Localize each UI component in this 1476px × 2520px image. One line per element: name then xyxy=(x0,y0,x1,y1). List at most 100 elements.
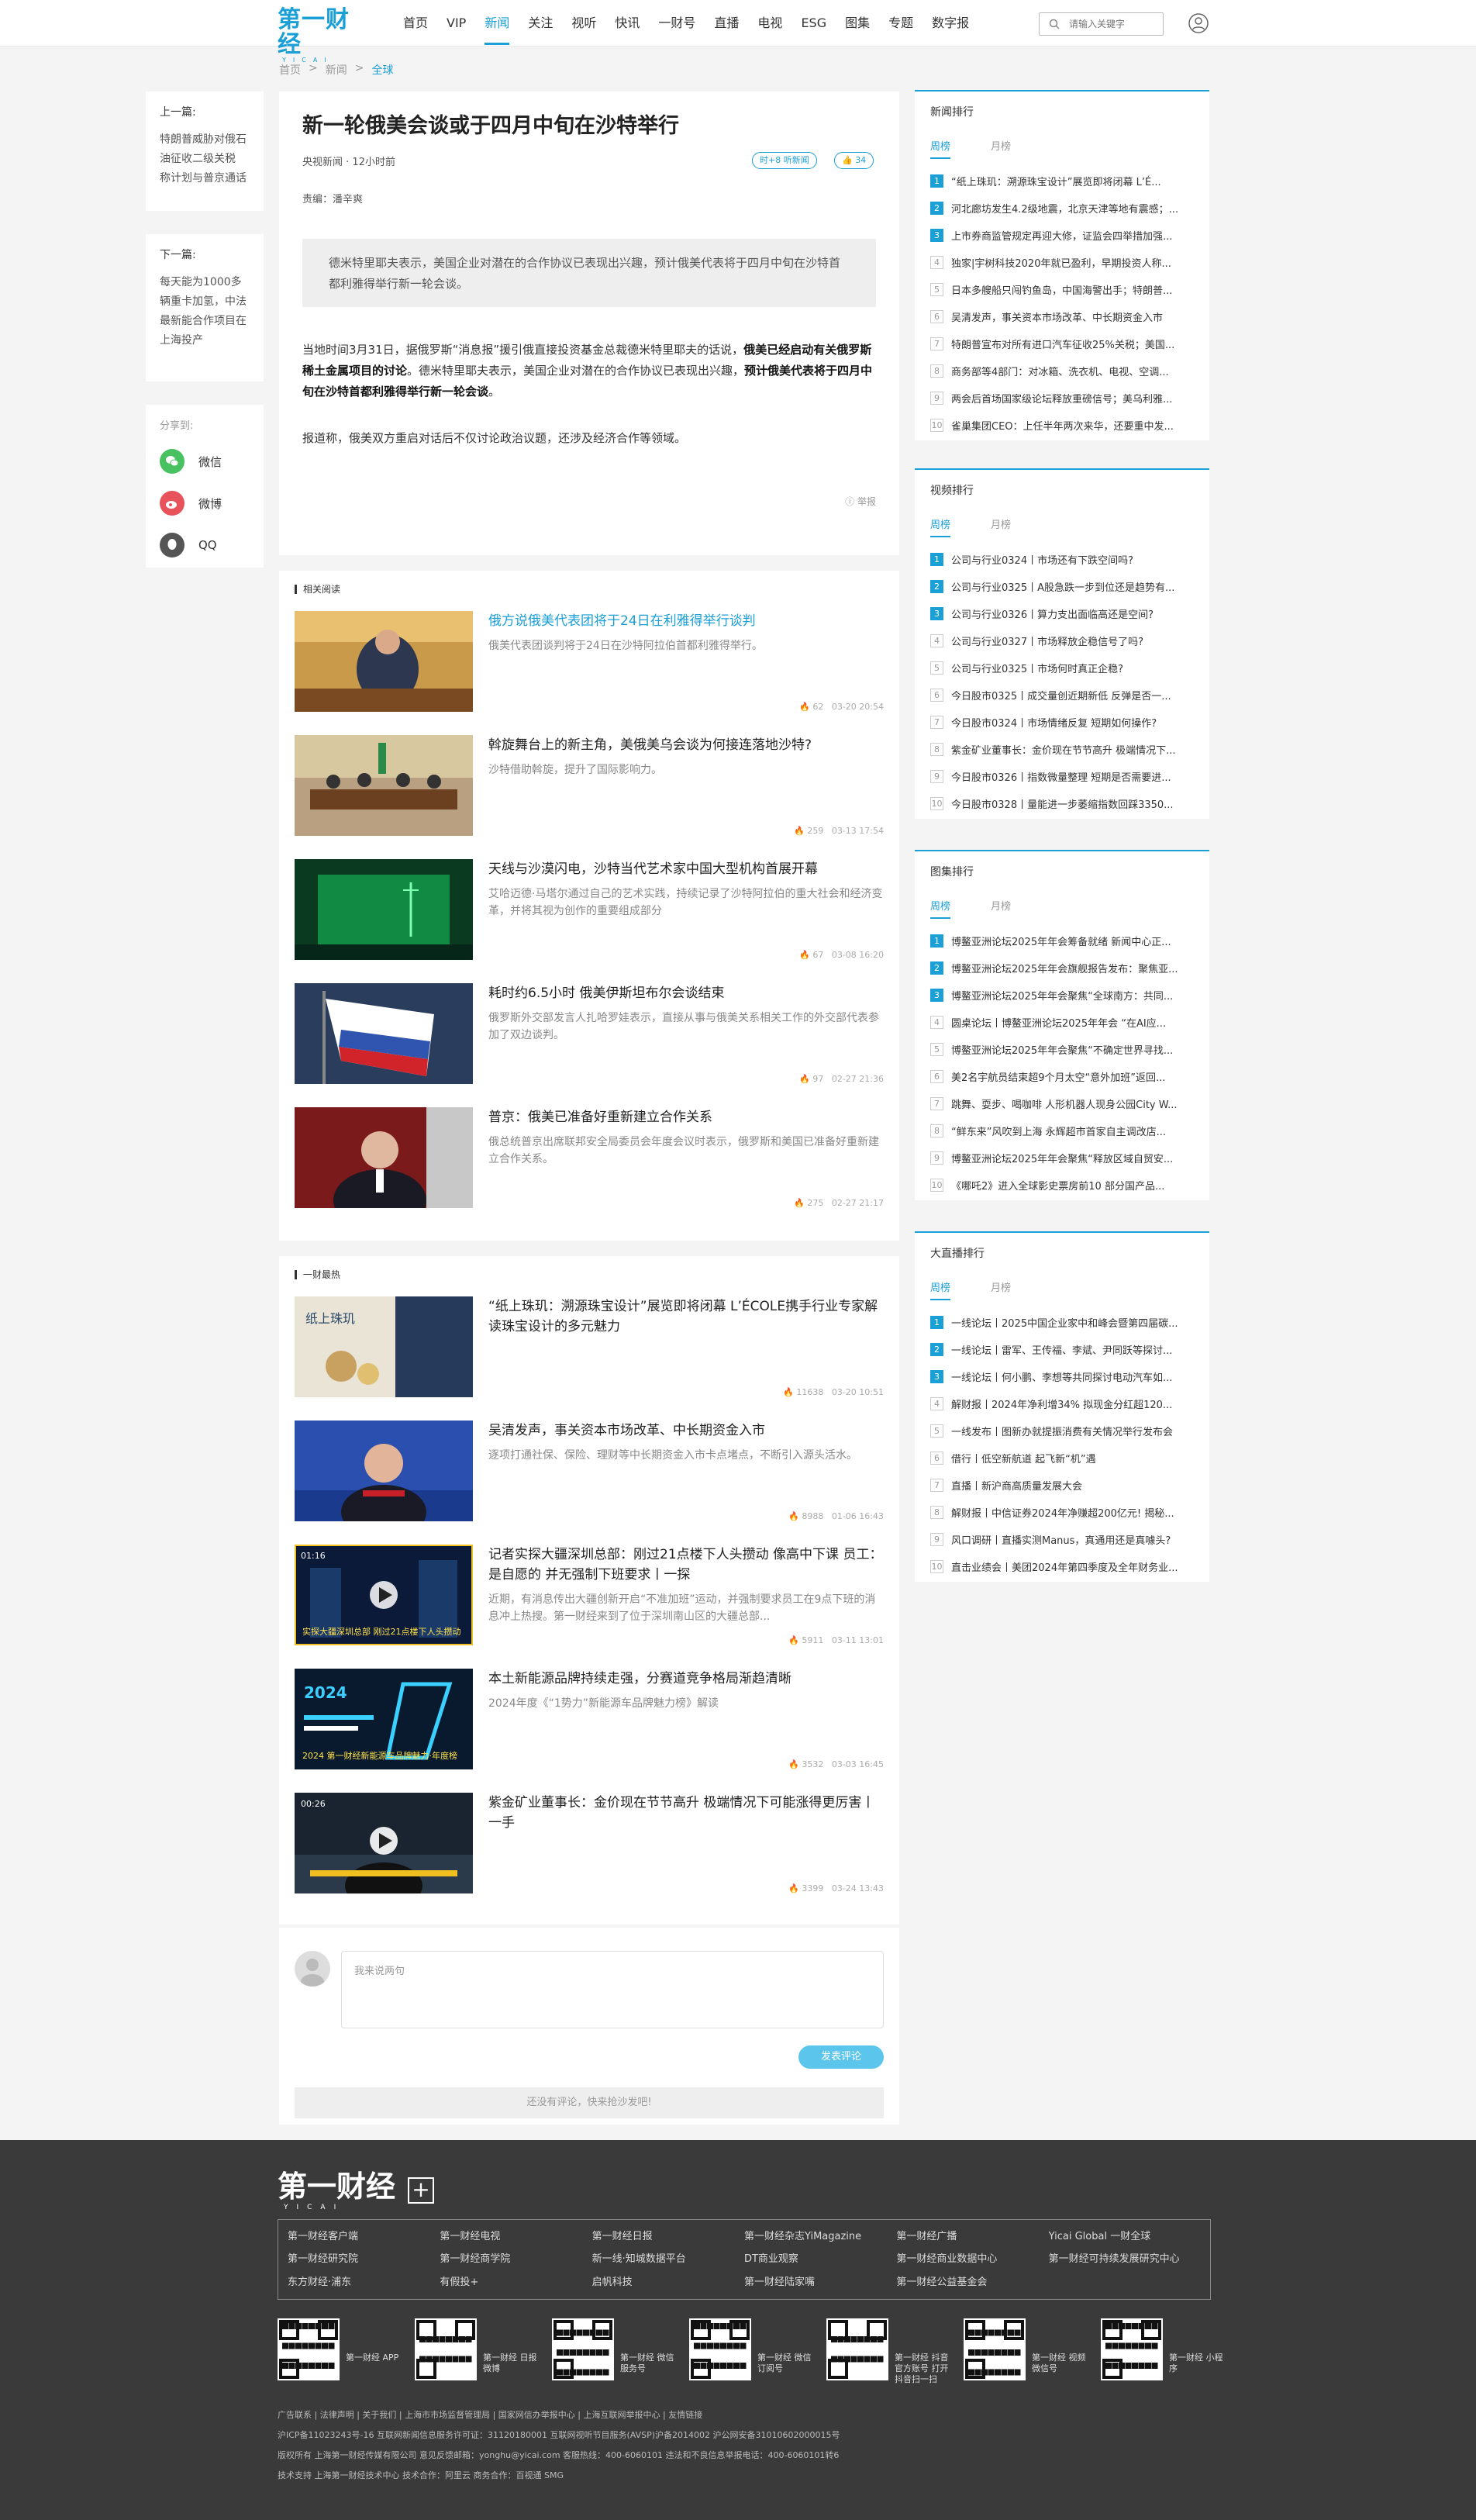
rank-item[interactable]: 1 公司与行业0324丨市场还有下跌空间吗? xyxy=(930,546,1194,573)
share-wechat[interactable]: 微信 xyxy=(160,449,250,474)
rank-item[interactable]: 1 一线论坛丨2025中国企业家中和峰会暨第四届碳... xyxy=(930,1309,1194,1336)
breadcrumb-current[interactable]: 全球 xyxy=(371,62,393,78)
footer-link[interactable]: 第一财经杂志YiMagazine xyxy=(744,2228,896,2246)
footer-link[interactable]: 新一线·知城数据平台 xyxy=(592,2250,744,2268)
footer-link[interactable]: 第一财经日报 xyxy=(592,2228,744,2246)
rank-item-title[interactable]: 《哪吒2》进入全球影史票房前10 部分国产品... xyxy=(951,1178,1164,1193)
rank-item-title[interactable]: 借行丨低空新航道 起飞新“机”遇 xyxy=(951,1451,1096,1465)
rank-item-title[interactable]: 跳舞、耍步、喝咖啡 人形机器人现身公园City W... xyxy=(951,1096,1178,1111)
rank-item[interactable]: 8 “鲜东来”风吹到上海 永辉超市首家自主调改店... xyxy=(930,1117,1194,1144)
rank-item[interactable]: 4 圆桌论坛丨博鳌亚洲论坛2025年年会 “在AI应... xyxy=(930,1009,1194,1036)
footer-link[interactable]: Yicai Global 一财全球 xyxy=(1049,2228,1201,2246)
news-title[interactable]: 耗时约6.5小时 俄美伊斯坦布尔会谈结束 xyxy=(488,983,884,1003)
rank-item[interactable]: 2 一线论坛丨雷军、王传福、李斌、尹同跃等探讨... xyxy=(930,1336,1194,1363)
rank-item-title[interactable]: 独家|宇树科技2020年就已盈利，早期投资人称... xyxy=(951,255,1171,270)
rank-item-title[interactable]: 公司与行业0327丨市场释放企稳信号了吗? xyxy=(951,633,1143,648)
rank-item[interactable]: 7 特朗普宣布对所有进口汽车征收25%关税；美国... xyxy=(930,330,1194,357)
footer-link[interactable]: 第一财经研究院 xyxy=(288,2250,440,2268)
article-source[interactable]: 央视新闻 xyxy=(302,157,343,168)
tab-week[interactable]: 周榜 xyxy=(930,516,951,537)
rank-item[interactable]: 2 公司与行业0325丨A股急跌一步到位还是趋势有... xyxy=(930,573,1194,600)
news-item[interactable]: 天线与沙漠闪电，沙特当代艺术家中国大型机构首展开幕 艾哈迈德·马塔尔通过自己的艺术… xyxy=(295,859,884,960)
news-title[interactable]: 记者实探大疆深圳总部：刚过21点楼下人头攒动 像高中下课 员工：是自愿的 并无强… xyxy=(488,1545,884,1585)
share-qq[interactable]: QQ xyxy=(160,533,250,558)
news-thumbnail[interactable] xyxy=(295,983,473,1084)
footer-link[interactable]: 第一财经商业数据中心 xyxy=(896,2250,1048,2268)
search-box[interactable] xyxy=(1039,12,1164,36)
rank-item-title[interactable]: “纸上珠玑：溯源珠宝设计”展览即将闭幕 L’É... xyxy=(951,174,1161,188)
report-button[interactable]: ⓘ 举报 xyxy=(845,495,876,508)
tab-week[interactable]: 周榜 xyxy=(930,898,951,919)
news-thumbnail[interactable]: 01:16 实探大疆深圳总部 刚过21点楼下人头攒动 xyxy=(295,1545,473,1645)
tab-week[interactable]: 周榜 xyxy=(930,1279,951,1300)
rank-item[interactable]: 8 解财报丨中信证券2024年净赚超200亿元! 揭秘... xyxy=(930,1499,1194,1526)
footer-link[interactable]: 第一财经电视 xyxy=(440,2228,591,2246)
news-thumbnail[interactable] xyxy=(295,735,473,836)
nav-item[interactable]: 快讯 xyxy=(605,0,649,47)
news-title[interactable]: 吴清发声，事关资本市场改革、中长期资金入市 xyxy=(488,1421,884,1441)
tab-month[interactable]: 月榜 xyxy=(991,898,1011,919)
rank-item[interactable]: 10 《哪吒2》进入全球影史票房前10 部分国产品... xyxy=(930,1172,1194,1199)
rank-item-title[interactable]: 一线论坛丨2025中国企业家中和峰会暨第四届碳... xyxy=(951,1315,1178,1330)
footer-link[interactable]: 第一财经广播 xyxy=(896,2228,1048,2246)
rank-item[interactable]: 6 美2名宇航员结束超9个月太空“意外加班”返回... xyxy=(930,1063,1194,1090)
nav-item[interactable]: 关注 xyxy=(519,0,562,47)
rank-item-title[interactable]: 吴清发声，事关资本市场改革、中长期资金入市 xyxy=(951,309,1163,324)
submit-comment-button[interactable]: 发表评论 xyxy=(798,2045,884,2069)
news-item[interactable]: 2024 2024 第一财经新能源车品牌魅力·年度榜 本土新能源品牌持续走强，分赛道… xyxy=(295,1669,884,1769)
next-title[interactable]: 每天能为1000多辆重卡加氢，中法最新能合作项目在上海投产 xyxy=(160,273,250,350)
rank-item[interactable]: 4 解财报丨2024年净利增34% 拟现金分红超120... xyxy=(930,1390,1194,1417)
next-article-card[interactable]: 下一篇: 每天能为1000多辆重卡加氢，中法最新能合作项目在上海投产 xyxy=(146,234,264,381)
like-button[interactable]: 👍 34 xyxy=(834,152,874,169)
rank-item[interactable]: 2 河北廊坊发生4.2级地震，北京天津等地有震感；... xyxy=(930,195,1194,222)
news-title[interactable]: 天线与沙漠闪电，沙特当代艺术家中国大型机构首展开幕 xyxy=(488,859,884,879)
news-title[interactable]: 斡旋舞台上的新主角，美俄美乌会谈为何接连落地沙特? xyxy=(488,735,884,755)
news-thumbnail[interactable]: 纸上珠玑 xyxy=(295,1296,473,1397)
news-title[interactable]: 紫金矿业董事长：金价现在节节高升 极端情况下可能涨得更厉害丨一手 xyxy=(488,1793,884,1833)
rank-item-title[interactable]: 今日股市0324丨市场情绪反复 短期如何操作? xyxy=(951,715,1157,730)
rank-item[interactable]: 8 商务部等4部门：对冰箱、洗衣机、电视、空调... xyxy=(930,357,1194,385)
rank-item-title[interactable]: “鲜东来”风吹到上海 永辉超市首家自主调改店... xyxy=(951,1124,1166,1138)
rank-item[interactable]: 10 直击业绩会丨美团2024年第四季度及全年财务业... xyxy=(930,1553,1194,1580)
footer-link[interactable]: 启帆科技 xyxy=(592,2273,744,2291)
news-item[interactable]: 00:26 紫金矿业董事长：金价现在节节高升 极端情况下可能涨得更厉害丨一手 🔥 3… xyxy=(295,1793,884,1893)
rank-item[interactable]: 7 直播丨新沪商高质量发展大会 xyxy=(930,1472,1194,1499)
search-input[interactable] xyxy=(1069,17,1160,31)
news-item[interactable]: 吴清发声，事关资本市场改革、中长期资金入市 逐项打通社保、保险、理财等中长期资金入… xyxy=(295,1421,884,1521)
share-weibo[interactable]: 微博 xyxy=(160,491,250,516)
news-title[interactable]: 普京：俄美已准备好重新建立合作关系 xyxy=(488,1107,884,1127)
nav-item[interactable]: 一财号 xyxy=(649,0,705,47)
tab-month[interactable]: 月榜 xyxy=(991,138,1011,159)
tab-month[interactable]: 月榜 xyxy=(991,516,1011,537)
comment-input[interactable]: 我来说两句 xyxy=(341,1951,884,2028)
rank-item[interactable]: 4 独家|宇树科技2020年就已盈利，早期投资人称... xyxy=(930,249,1194,276)
footer-logo[interactable]: 第一财经 xyxy=(278,2171,395,2202)
nav-item[interactable]: 数字报 xyxy=(922,0,978,47)
rank-item[interactable]: 4 公司与行业0327丨市场释放企稳信号了吗? xyxy=(930,627,1194,654)
rank-item-title[interactable]: 博鳌亚洲论坛2025年年会聚焦“全球南方：共同... xyxy=(951,988,1173,1003)
nav-item[interactable]: 电视 xyxy=(748,0,791,47)
news-title[interactable]: 俄方说俄美代表团将于24日在利雅得举行谈判 xyxy=(488,611,884,631)
footer-link[interactable]: 第一财经公益基金会 xyxy=(896,2273,1048,2291)
rank-item-title[interactable]: 商务部等4部门：对冰箱、洗衣机、电视、空调... xyxy=(951,364,1169,378)
rank-item-title[interactable]: 上市券商监管规定再迎大修，证监会四举措加强... xyxy=(951,228,1172,243)
rank-item[interactable]: 6 借行丨低空新航道 起飞新“机”遇 xyxy=(930,1445,1194,1472)
nav-item[interactable]: 视听 xyxy=(562,0,605,47)
nav-item[interactable]: 首页 xyxy=(394,0,437,47)
rank-item-title[interactable]: 雀巢集团CEO：上任半年两次来华，还要重中发... xyxy=(951,418,1174,433)
rank-item-title[interactable]: 解财报丨中信证券2024年净赚超200亿元! 揭秘... xyxy=(951,1505,1174,1520)
footer-link[interactable]: 第一财经陆家嘴 xyxy=(744,2273,896,2291)
rank-item-title[interactable]: 今日股市0325丨成交量创近期新低 反弹是否一... xyxy=(951,688,1171,702)
footer-link[interactable]: 第一财经可持续发展研究中心 xyxy=(1049,2250,1201,2268)
news-item[interactable]: 斡旋舞台上的新主角，美俄美乌会谈为何接连落地沙特? 沙特借助斡旋，提升了国际影响力… xyxy=(295,735,884,836)
rank-item[interactable]: 7 今日股市0324丨市场情绪反复 短期如何操作? xyxy=(930,709,1194,736)
nav-item[interactable]: ESG xyxy=(791,0,836,47)
rank-item-title[interactable]: 今日股市0328丨量能进一步萎缩指数回踩3350... xyxy=(951,796,1174,811)
rank-item[interactable]: 5 日本多艘船只闯钓鱼岛，中国海警出手；特朗普... xyxy=(930,276,1194,303)
user-icon[interactable] xyxy=(1188,12,1209,34)
rank-item[interactable]: 5 博鳌亚洲论坛2025年年会聚焦“不确定世界寻找... xyxy=(930,1036,1194,1063)
news-item[interactable]: 纸上珠玑 “纸上珠玑：溯源珠宝设计”展览即将闭幕 L’ÉCOLE携手行业专家解读珠… xyxy=(295,1296,884,1397)
news-thumbnail[interactable] xyxy=(295,859,473,960)
footer-link[interactable]: 东方财经·浦东 xyxy=(288,2273,440,2291)
news-item[interactable]: 01:16 实探大疆深圳总部 刚过21点楼下人头攒动 记者实探大疆深圳总部：刚过21… xyxy=(295,1545,884,1645)
